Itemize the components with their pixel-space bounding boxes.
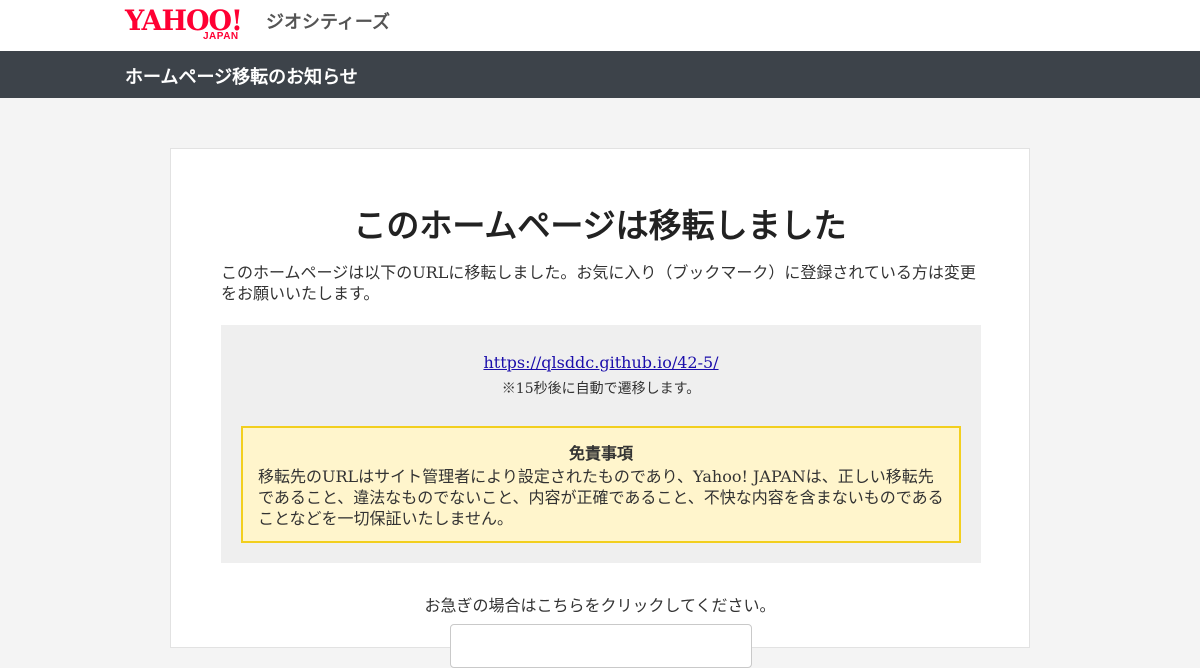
page-notice-title: ホームページ移転のお知らせ <box>125 67 358 88</box>
url-panel: https://qlsddc.github.io/42-5/ ※15秒後に自動で… <box>221 325 981 563</box>
disclaimer-box: 免責事項 移転先のURLはサイト管理者により設定されたものであり、Yahoo! … <box>241 426 961 543</box>
top-header: YAHOO! JAPAN ジオシティーズ <box>0 0 1200 51</box>
hurry-text: お急ぎの場合はこちらをクリックしてください。 <box>424 596 776 615</box>
logo-japan: JAPAN <box>203 31 239 42</box>
disclaimer-title: 免責事項 <box>568 444 633 463</box>
main-card: このホームページは移転しました このホームページは以下のURLに移転しました。お… <box>170 148 1030 668</box>
jump-button[interactable] <box>450 624 752 668</box>
yahoo-japan-logo: YAHOO! JAPAN <box>125 5 262 44</box>
service-name: ジオシティーズ <box>266 12 391 33</box>
intro-text: このホームページは以下のURLに移転しました。お気に入り（ブックマーク）に登録さ… <box>221 263 976 303</box>
new-url-link[interactable]: https://qlsddc.github.io/42-5/ <box>221 353 981 372</box>
redirect-note: ※15秒後に自動で遷移します。 <box>501 381 701 397</box>
yahoo-geocities-logo[interactable]: YAHOO! JAPAN ジオシティーズ <box>125 5 391 46</box>
title-bar: ホームページ移転のお知らせ <box>0 51 1200 98</box>
disclaimer-text: 移転先のURLはサイト管理者により設定されたものであり、Yahoo! JAPAN… <box>258 467 944 528</box>
page-heading: このホームページは移転しました <box>353 206 847 245</box>
